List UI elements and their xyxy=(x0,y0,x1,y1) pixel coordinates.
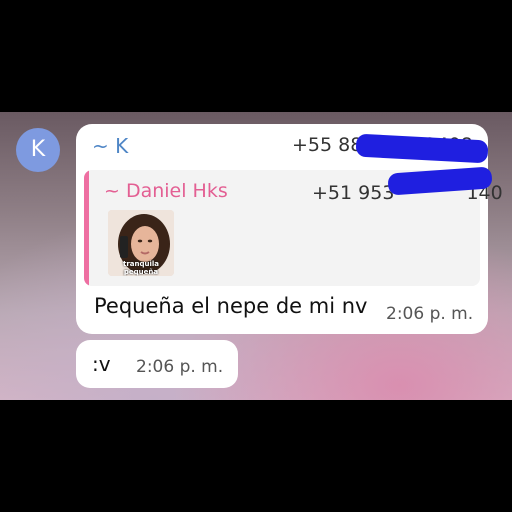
quote-accent-bar xyxy=(84,170,89,286)
sender-avatar[interactable]: K xyxy=(16,128,60,172)
message-timestamp: 2:06 p. m. xyxy=(136,357,224,377)
quoted-sender-name: ~ Daniel Hks xyxy=(104,180,228,202)
message-text: :v xyxy=(92,352,111,376)
sticker-caption: tranquila pequeña xyxy=(122,260,160,276)
avatar-initial: K xyxy=(30,137,46,162)
sticker-thumbnail[interactable]: tranquila pequeña xyxy=(108,210,174,276)
message-timestamp: 2:06 p. m. xyxy=(386,304,474,324)
message-text: Pequeña el nepe de mi nv xyxy=(94,294,368,318)
sender-name[interactable]: ~ K xyxy=(92,134,128,158)
